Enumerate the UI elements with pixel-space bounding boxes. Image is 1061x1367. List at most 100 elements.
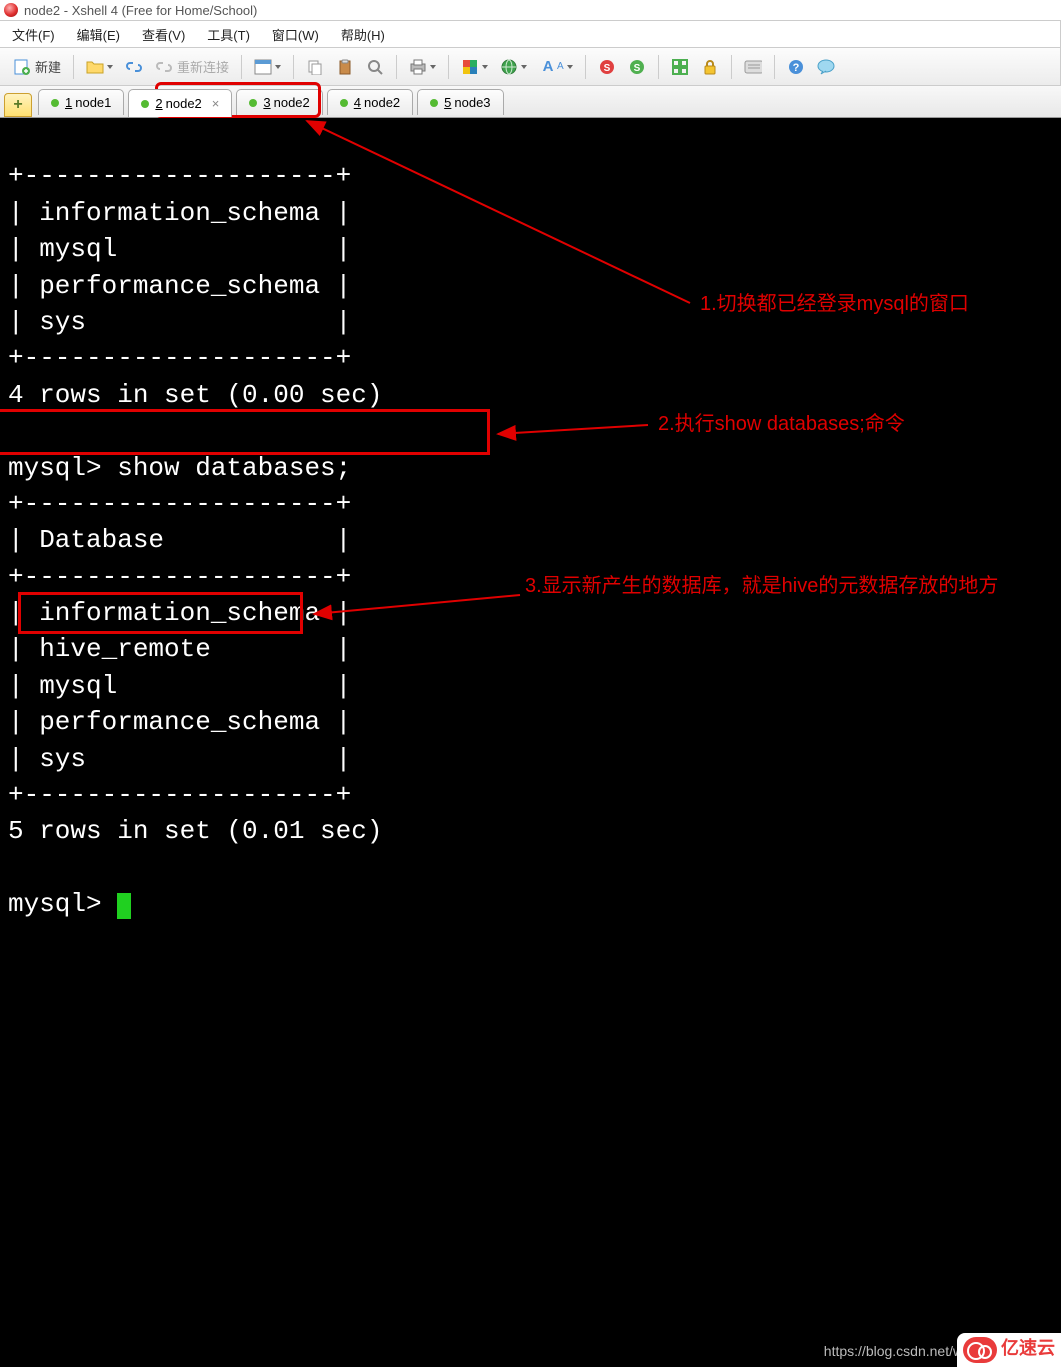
terminal-line: | performance_schema | (8, 704, 1053, 740)
terminal-line: 4 rows in set (0.00 sec) (8, 377, 1053, 413)
status-dot-icon (141, 100, 149, 108)
svg-text:?: ? (792, 62, 799, 74)
feedback-button[interactable] (812, 53, 840, 81)
window-title: node2 - Xshell 4 (Free for Home/School) (24, 3, 257, 18)
properties-button[interactable] (249, 53, 286, 81)
terminal-line: 5 rows in set (0.01 sec) (8, 813, 1053, 849)
separator (448, 55, 449, 79)
tile-icon (671, 58, 689, 76)
new-tab-button[interactable]: + (4, 93, 32, 117)
separator (585, 55, 586, 79)
tab-number: 3 (263, 95, 270, 110)
separator (396, 55, 397, 79)
table-icon (254, 58, 272, 76)
xftp-button[interactable]: S (623, 53, 651, 81)
keyboard-icon (744, 58, 762, 76)
s-red-icon: S (598, 58, 616, 76)
reconnect-button[interactable]: 重新连接 (150, 53, 234, 81)
tab-node2-2[interactable]: 2 node2 × (128, 89, 232, 117)
terminal-line: +--------------------+ (8, 340, 1053, 376)
separator (73, 55, 74, 79)
link-button[interactable] (120, 53, 148, 81)
tab-node3-5[interactable]: 5 node3 (417, 89, 503, 115)
tab-node2-4[interactable]: 4 node2 (327, 89, 413, 115)
separator (293, 55, 294, 79)
new-file-icon (13, 58, 31, 76)
watermark-icon (963, 1337, 997, 1363)
tab-node2-3[interactable]: 3 node2 (236, 89, 322, 115)
terminal-line: | hive_remote | (8, 631, 1053, 667)
find-button[interactable] (361, 53, 389, 81)
separator (241, 55, 242, 79)
paste-button[interactable] (331, 53, 359, 81)
status-dot-icon (430, 99, 438, 107)
tab-label: node2 (166, 96, 202, 111)
menu-help[interactable]: 帮助(H) (341, 25, 385, 44)
tab-number: 4 (354, 95, 361, 110)
watermark-text: 亿速云 (1001, 1338, 1055, 1363)
print-button[interactable] (404, 53, 441, 81)
terminal-line: mysql> show databases; (8, 450, 1053, 486)
copy-button[interactable] (301, 53, 329, 81)
terminal-line: +--------------------+ (8, 158, 1053, 194)
menu-window[interactable]: 窗口(W) (272, 25, 319, 44)
tab-label: node1 (75, 95, 111, 110)
help-icon: ? (787, 58, 805, 76)
terminal-line: | information_schema | (8, 195, 1053, 231)
tab-label: node2 (364, 95, 400, 110)
terminal-line: +--------------------+ (8, 777, 1053, 813)
terminal-line: | mysql | (8, 668, 1053, 704)
title-bar: node2 - Xshell 4 (Free for Home/School) (0, 0, 1061, 20)
menu-tool[interactable]: 工具(T) (207, 25, 250, 44)
web-button[interactable] (495, 53, 532, 81)
menu-file[interactable]: 文件(F) (12, 25, 55, 44)
xshell-icon (4, 3, 18, 17)
terminal-line: | mysql | (8, 231, 1053, 267)
menu-bar: 文件(F) 编辑(E) 查看(V) 工具(T) 窗口(W) 帮助(H) (0, 20, 1061, 48)
separator (658, 55, 659, 79)
terminal-line: | sys | (8, 304, 1053, 340)
close-icon[interactable]: × (212, 96, 220, 111)
terminal-line: | sys | (8, 741, 1053, 777)
tab-number: 2 (155, 96, 162, 111)
color-icon (461, 58, 479, 76)
font-button[interactable]: AA (534, 53, 578, 81)
reconnect-label: 重新连接 (177, 57, 229, 76)
menu-view[interactable]: 查看(V) (142, 25, 185, 44)
svg-text:S: S (633, 63, 640, 74)
help-button[interactable]: ? (782, 53, 810, 81)
copy-icon (306, 58, 324, 76)
separator (731, 55, 732, 79)
tab-label: node2 (274, 95, 310, 110)
terminal-line: | information_schema | (8, 595, 1053, 631)
terminal[interactable]: +--------------------+| information_sche… (0, 118, 1061, 1367)
keyboard-button[interactable] (739, 53, 767, 81)
globe-icon (500, 58, 518, 76)
color-button[interactable] (456, 53, 493, 81)
terminal-line: | performance_schema | (8, 268, 1053, 304)
s-green-icon: S (628, 58, 646, 76)
xagent-button[interactable]: S (593, 53, 621, 81)
tile-button[interactable] (666, 53, 694, 81)
folder-icon (86, 58, 104, 76)
terminal-line (8, 850, 1053, 886)
printer-icon (409, 58, 427, 76)
open-button[interactable] (81, 53, 118, 81)
cursor (117, 893, 131, 919)
tab-number: 5 (444, 95, 451, 110)
tab-node1-1[interactable]: 1 node1 (38, 89, 124, 115)
lock-button[interactable] (696, 53, 724, 81)
paste-icon (336, 58, 354, 76)
font-icon: A (539, 58, 557, 76)
lock-icon (701, 58, 719, 76)
new-label: 新建 (35, 57, 61, 76)
menu-edit[interactable]: 编辑(E) (77, 25, 120, 44)
new-session-button[interactable]: 新建 (8, 53, 66, 81)
status-dot-icon (51, 99, 59, 107)
svg-text:S: S (603, 63, 610, 74)
bubble-icon (817, 58, 835, 76)
toolbar: 新建 重新连接 AA S S ? (0, 48, 1061, 86)
status-dot-icon (340, 99, 348, 107)
terminal-line: | Database | (8, 522, 1053, 558)
reconnect-icon (155, 58, 173, 76)
